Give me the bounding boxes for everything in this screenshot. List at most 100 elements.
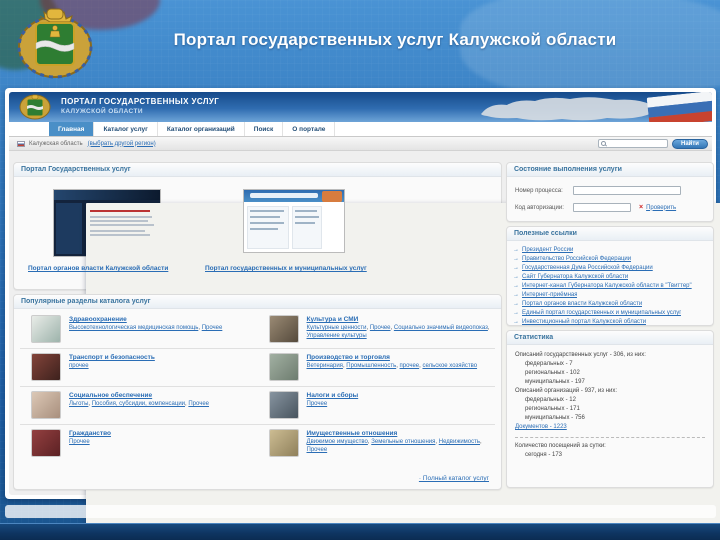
stats-divider: [515, 437, 705, 438]
full-catalog-link[interactable]: · Полный каталог услуг: [419, 475, 489, 482]
kaluga-coat-of-arms-icon: [17, 8, 93, 79]
category-thumbnail[interactable]: [268, 429, 299, 457]
tab-Каталог услуг[interactable]: Каталог услуг: [94, 122, 158, 136]
catalog-row: Транспорт и безопасность прочее Производст…: [20, 349, 495, 387]
link-arrow-icon: →: [513, 301, 519, 307]
stat-line: региональных - 171: [525, 406, 580, 412]
catalog-item: Транспорт и безопасность прочее: [20, 353, 258, 381]
category-thumbnail[interactable]: [268, 353, 299, 381]
category-sublink[interactable]: Высокотехнологическая медицинская помощь: [69, 325, 198, 331]
category-thumbnail[interactable]: [268, 315, 299, 343]
error-x-icon: ×: [639, 204, 644, 211]
tab-О портале[interactable]: О портале: [283, 122, 336, 136]
category-thumbnail[interactable]: [31, 353, 61, 381]
search-input[interactable]: [598, 139, 668, 148]
search-icon: [601, 141, 606, 146]
category-title-link[interactable]: Культура и СМИ: [307, 316, 359, 323]
catalog-item: Налоги и сборы Прочее: [258, 391, 496, 419]
category-sublink[interactable]: Льготы: [69, 401, 88, 407]
useful-link-row: → Портал органов власти Калужской области: [513, 300, 707, 309]
tab-Поиск[interactable]: Поиск: [245, 122, 284, 136]
main-navigation: Главная Каталог услуг Каталог организаций П…: [9, 122, 712, 137]
slide-bottom-band: [0, 523, 720, 540]
category-sublink[interactable]: Земельные отношения: [371, 439, 435, 445]
catalog-box: Популярные разделы каталога услуг Здраво…: [13, 294, 502, 490]
service-status-box: Состояние выполнения услуги Номер процес…: [506, 162, 714, 222]
category-sublink[interactable]: Прочее: [307, 447, 328, 453]
category-sublink[interactable]: Прочее: [370, 325, 391, 331]
useful-links-box: Полезные ссылки → Президент России → Правит…: [506, 226, 714, 326]
services-portal-link[interactable]: Портал государственных и муниципальных у…: [205, 265, 367, 272]
stat-line: региональных - 102: [525, 370, 580, 376]
link-arrow-icon: →: [513, 310, 519, 316]
category-sublink[interactable]: Социально значимый видеопоказ: [394, 325, 488, 331]
useful-link[interactable]: Президент России: [522, 246, 573, 255]
statistics-title: Статистика: [507, 331, 713, 345]
category-sublink[interactable]: Промышленность: [346, 363, 396, 369]
page-footer-strip: [5, 505, 716, 518]
useful-link-row: → Интернет-приёмная: [513, 291, 707, 300]
link-arrow-icon: →: [513, 247, 519, 253]
gov-portal-link[interactable]: Портал органов власти Калужской области: [28, 265, 168, 272]
visits-header: Количество посещений за сутки:: [515, 443, 606, 449]
category-title-link[interactable]: Здравоохранение: [69, 316, 127, 323]
documents-link[interactable]: Документов - 1223: [515, 424, 567, 430]
category-title-link[interactable]: Гражданство: [69, 430, 111, 437]
auth-code-label: Код авторизации:: [515, 204, 564, 211]
category-sublink[interactable]: Прочее: [307, 401, 328, 407]
category-sublink[interactable]: Ветеринария: [307, 363, 343, 369]
check-status-link[interactable]: Проверить: [646, 205, 676, 211]
stat-line: Описаний государственных услуг - 306, из…: [515, 352, 646, 358]
category-thumbnail[interactable]: [31, 391, 61, 419]
useful-link[interactable]: Правительство Российской Федерации: [522, 255, 631, 264]
site-emblem-icon: [19, 94, 51, 120]
services-portal-screenshot[interactable]: [243, 189, 345, 253]
category-title-link[interactable]: Транспорт и безопасность: [69, 354, 155, 361]
useful-link[interactable]: Инвестиционный портал Калужской области: [522, 318, 646, 327]
category-sublink[interactable]: Управление культуры: [307, 333, 367, 339]
category-sublink[interactable]: прочее: [400, 363, 420, 369]
category-thumbnail[interactable]: [31, 315, 61, 343]
search-button[interactable]: Найти: [672, 138, 708, 149]
category-sublink[interactable]: Культурные ценности: [307, 325, 367, 331]
change-region-link[interactable]: (выбрать другой регион): [88, 141, 156, 147]
russian-flag-icon: [646, 92, 712, 122]
category-sublink[interactable]: Прочее: [69, 439, 90, 445]
stat-line[interactable]: Документов - 1223: [515, 423, 705, 432]
russia-map-icon: [481, 97, 655, 121]
process-number-input[interactable]: [573, 186, 681, 195]
category-sublink[interactable]: Прочее: [188, 401, 209, 407]
category-sublink[interactable]: сельское хозяйство: [422, 363, 477, 369]
useful-link[interactable]: Единый портал государственных и муниципа…: [522, 309, 681, 318]
category-title-link[interactable]: Социальное обеспечение: [69, 392, 152, 399]
useful-link[interactable]: Портал органов власти Калужской области: [522, 300, 642, 309]
category-title-link[interactable]: Налоги и сборы: [307, 392, 359, 399]
useful-link-row: → Государственная Дума Российской Федерац…: [513, 264, 707, 273]
tab-Главная[interactable]: Главная: [49, 122, 95, 136]
useful-link[interactable]: Интернет-канал Губернатора Калужской обл…: [522, 282, 692, 291]
useful-link[interactable]: Государственная Дума Российской Федераци…: [522, 264, 653, 273]
category-title-link[interactable]: Производство и торговля: [307, 354, 390, 361]
category-sublink[interactable]: Прочее: [202, 325, 223, 331]
stat-line: муниципальных - 197: [525, 379, 585, 385]
category-sublink[interactable]: Движимое имущество: [307, 439, 368, 445]
category-thumbnail[interactable]: [31, 429, 61, 457]
tab-Каталог организаций[interactable]: Каталог организаций: [158, 122, 245, 136]
useful-link-row: → Инвестиционный портал Калужской области: [513, 318, 707, 327]
link-arrow-icon: →: [513, 283, 519, 289]
category-sublink[interactable]: прочее: [69, 363, 89, 369]
auth-code-input[interactable]: [573, 203, 631, 212]
portals-box: Портал Государственных услуг Портал орга…: [13, 162, 720, 540]
statistics-box: Статистика Описаний государственных услу…: [506, 330, 714, 488]
useful-link[interactable]: Сайт Губернатора Калужской области: [522, 273, 628, 282]
category-title-link[interactable]: Имущественные отношения: [307, 430, 398, 437]
category-thumbnail[interactable]: [268, 391, 299, 419]
useful-link-row: → Правительство Российской Федерации: [513, 255, 707, 264]
category-sublink[interactable]: Пособия, субсидии, компенсации: [92, 401, 185, 407]
gov-portal-screenshot[interactable]: [53, 189, 720, 540]
useful-link[interactable]: Интернет-приёмная: [522, 291, 577, 300]
useful-links-list: → Президент России → Правительство Российск…: [507, 241, 713, 327]
link-arrow-icon: →: [513, 256, 519, 262]
stat-line: федеральных - 12: [525, 397, 576, 403]
category-sublink[interactable]: Недвижимость: [439, 439, 480, 445]
